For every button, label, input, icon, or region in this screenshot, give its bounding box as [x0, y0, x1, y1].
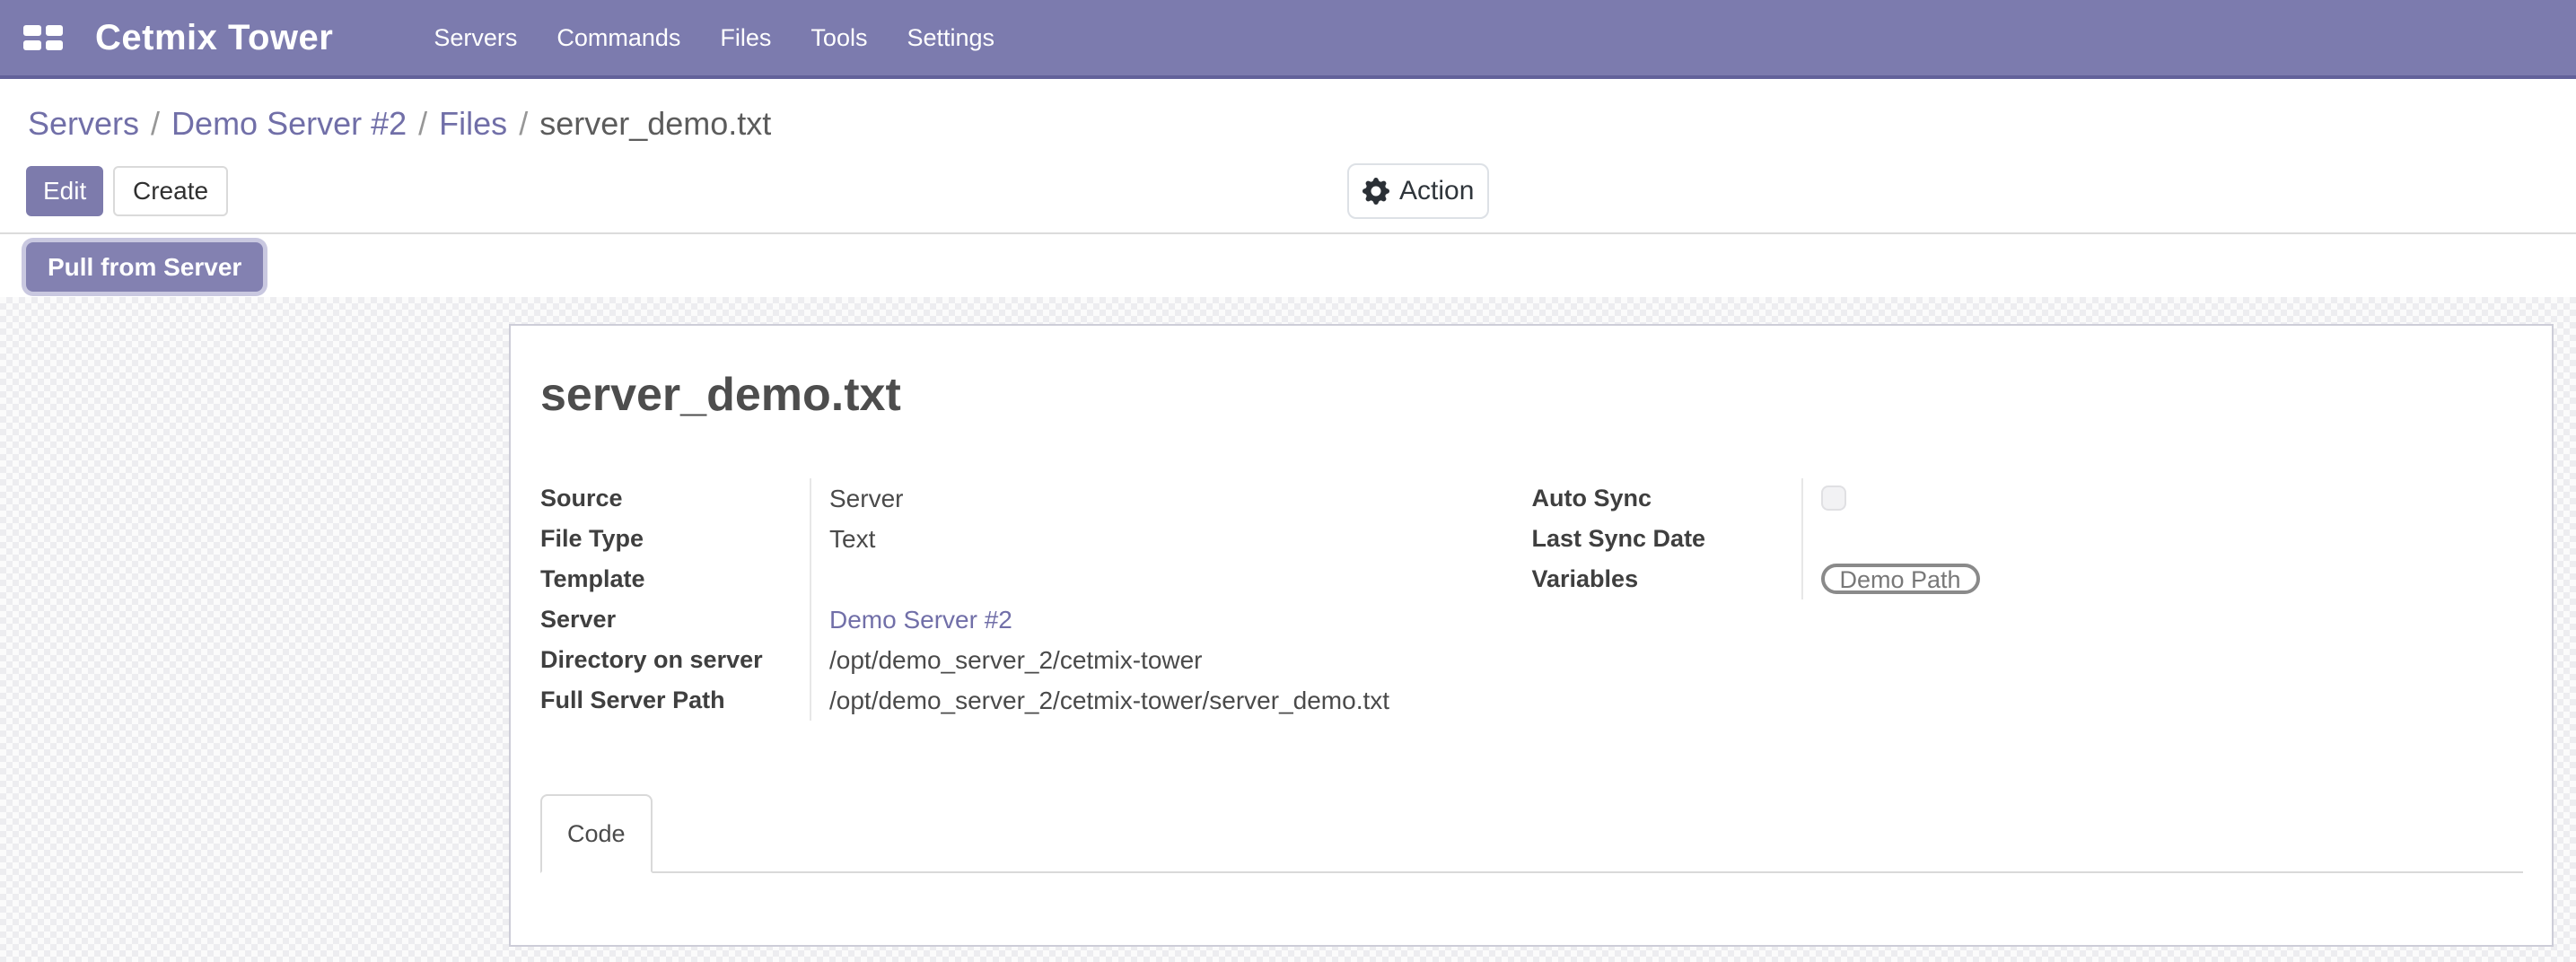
- edit-button[interactable]: Edit: [26, 166, 103, 216]
- field-value-auto-sync: [1801, 478, 2524, 519]
- brand-title[interactable]: Cetmix Tower: [95, 18, 333, 58]
- breadcrumb-servers[interactable]: Servers: [28, 105, 139, 142]
- field-value-file-type: Text: [810, 519, 1532, 559]
- form-background: server_demo.txt Source Server File Type …: [0, 297, 2576, 962]
- action-button[interactable]: Action: [1347, 163, 1489, 219]
- field-groups: Source Server File Type Text Template Se…: [540, 478, 2523, 721]
- breadcrumb-current: server_demo.txt: [539, 105, 771, 142]
- field-value-template: [810, 559, 1532, 599]
- field-label-template: Template: [540, 559, 810, 599]
- main-menu: Servers Commands Files Tools Settings: [434, 24, 994, 52]
- field-label-directory-on-server: Directory on server: [540, 640, 810, 680]
- field-label-file-type: File Type: [540, 519, 810, 559]
- notebook-tabs: Code: [540, 794, 2523, 873]
- apps-grid-square: [23, 40, 41, 51]
- apps-grid-square: [46, 40, 64, 51]
- auto-sync-checkbox[interactable]: [1821, 485, 1846, 511]
- breadcrumb-files[interactable]: Files: [439, 105, 507, 142]
- variable-tag-demo-path[interactable]: Demo Path: [1821, 564, 1980, 594]
- tab-code-content: [540, 873, 2523, 942]
- tab-code[interactable]: Code: [540, 794, 653, 873]
- field-value-variables: Demo Path: [1801, 559, 2524, 599]
- create-button[interactable]: Create: [113, 166, 228, 216]
- field-value-source: Server: [810, 478, 1532, 519]
- breadcrumb-separator: /: [407, 105, 439, 142]
- field-group-right: Auto Sync Last Sync Date Variables Demo …: [1532, 478, 2524, 721]
- field-label-source: Source: [540, 478, 810, 519]
- breadcrumb-separator: /: [139, 105, 171, 142]
- form-sheet: server_demo.txt Source Server File Type …: [509, 324, 2554, 947]
- field-value-full-server-path: /opt/demo_server_2/cetmix-tower/server_d…: [810, 680, 1532, 721]
- field-label-full-server-path: Full Server Path: [540, 680, 810, 721]
- field-value-directory-on-server: /opt/demo_server_2/cetmix-tower: [810, 640, 1532, 680]
- menu-item-tools[interactable]: Tools: [810, 24, 867, 52]
- menu-item-settings[interactable]: Settings: [907, 24, 994, 52]
- menu-item-files[interactable]: Files: [720, 24, 771, 52]
- breadcrumb: Servers/Demo Server #2/Files/server_demo…: [28, 105, 771, 143]
- top-navbar: Cetmix Tower Servers Commands Files Tool…: [0, 0, 2576, 79]
- breadcrumb-separator: /: [507, 105, 539, 142]
- gear-icon: [1362, 178, 1389, 205]
- field-label-auto-sync: Auto Sync: [1532, 478, 1801, 519]
- field-label-server: Server: [540, 599, 810, 640]
- field-value-server: Demo Server #2: [810, 599, 1532, 640]
- app-window: Cetmix Tower Servers Commands Files Tool…: [0, 0, 2576, 962]
- server-record-link[interactable]: Demo Server #2: [829, 606, 1012, 634]
- breadcrumb-demo-server-2[interactable]: Demo Server #2: [171, 105, 407, 142]
- action-button-label: Action: [1399, 176, 1474, 206]
- controls-divider: [0, 232, 2576, 234]
- pull-from-server-button[interactable]: Pull from Server: [26, 242, 263, 292]
- field-group-left: Source Server File Type Text Template Se…: [540, 478, 1532, 721]
- field-value-last-sync-date: [1801, 519, 2524, 559]
- menu-item-servers[interactable]: Servers: [434, 24, 517, 52]
- field-label-last-sync-date: Last Sync Date: [1532, 519, 1801, 559]
- apps-grid-square: [46, 25, 64, 36]
- field-label-variables: Variables: [1532, 559, 1801, 599]
- menu-item-commands[interactable]: Commands: [556, 24, 680, 52]
- apps-grid-icon[interactable]: [23, 25, 63, 50]
- record-title: server_demo.txt: [540, 367, 2523, 423]
- apps-grid-square: [23, 25, 41, 36]
